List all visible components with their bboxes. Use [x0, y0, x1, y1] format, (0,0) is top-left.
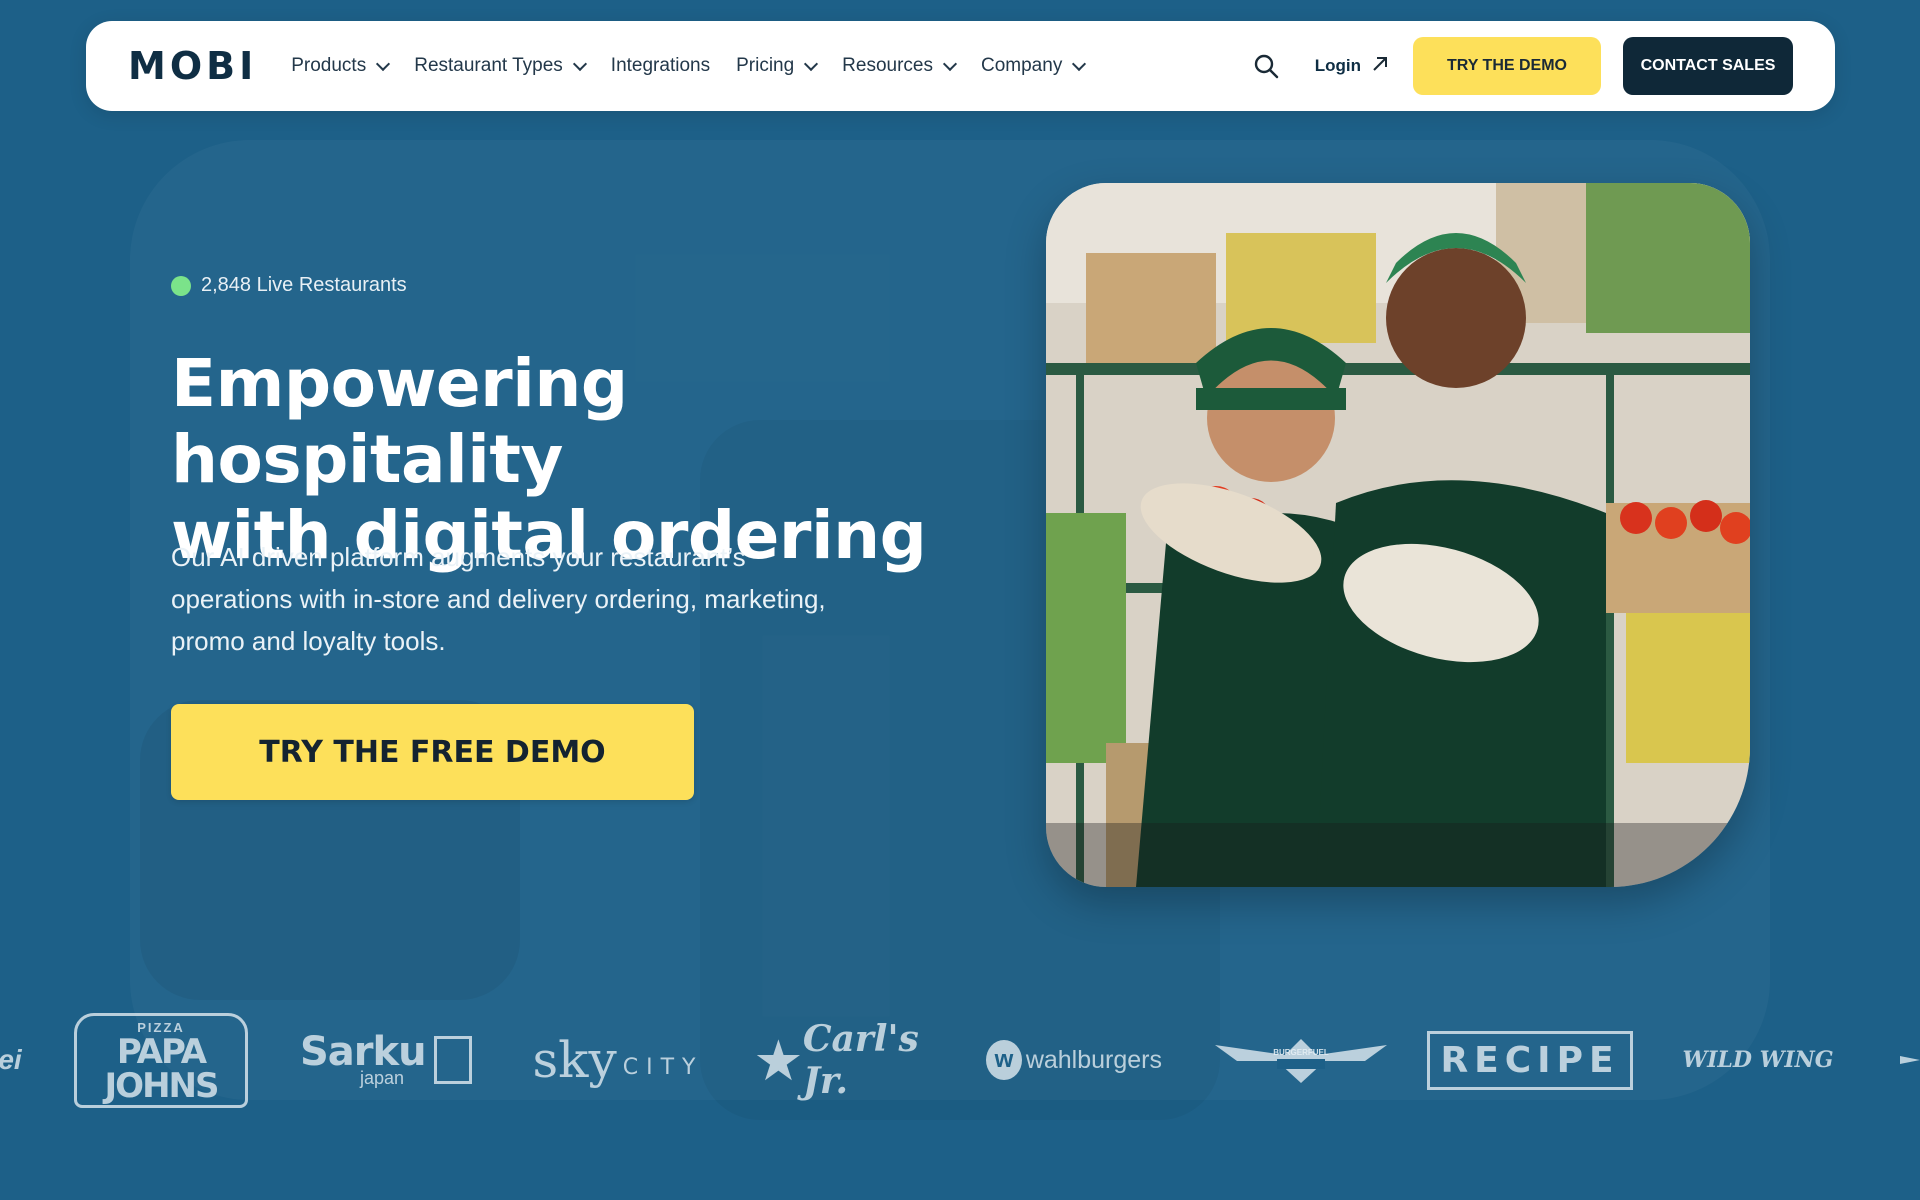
chevron-down-icon	[1072, 56, 1087, 71]
wahlburgers-logo: w wahlburgers	[986, 1010, 1162, 1110]
nav-pricing-label: Pricing	[736, 55, 795, 76]
arrow-up-right-icon	[1371, 55, 1389, 78]
contact-sales-button[interactable]: CONTACT SALES	[1623, 37, 1793, 95]
hero-photo	[1046, 183, 1750, 887]
try-free-demo-button[interactable]: TRY THE FREE DEMO	[171, 704, 694, 800]
search-icon[interactable]	[1253, 53, 1279, 79]
carls-jr-logo: ★ Carl's Jr.	[756, 1010, 932, 1110]
nav-products-label: Products	[291, 55, 367, 76]
mobi-logo[interactable]: MOBI	[128, 44, 257, 88]
login-link[interactable]: Login	[1315, 55, 1389, 78]
nav-resources[interactable]: Resources	[842, 55, 958, 77]
wahlburgers-mark: w	[986, 1040, 1022, 1080]
nav-company-label: Company	[981, 55, 1063, 76]
nav-resources-label: Resources	[842, 55, 933, 76]
chevron-down-icon	[804, 56, 819, 71]
burgerfuel-wings-icon	[1215, 1039, 1387, 1083]
live-status-dot	[171, 275, 191, 296]
hero-headline-line1: Empowering hospitality	[171, 345, 628, 498]
login-label: Login	[1314, 56, 1361, 75]
main-nav: Products Restaurant Types Integrations P…	[291, 55, 1087, 77]
skycity-logo: sky CITY	[530, 1010, 706, 1110]
burgerfuel-logo: BURGERFUEL	[1214, 1010, 1388, 1110]
wahlburgers-name: wahlburgers	[1025, 1045, 1162, 1074]
sarku-text-group: Sarku japan	[300, 1032, 427, 1089]
hero-subtext: Our AI driven platform augments your res…	[171, 542, 826, 656]
partial-brand-logo: ei	[0, 1044, 22, 1075]
skycity-city: CITY	[622, 1054, 704, 1080]
live-restaurants-badge: 2,848 Live Restaurants	[171, 274, 407, 297]
chevron-down-icon	[942, 56, 958, 71]
sarku-japan-logo: Sarku japan	[300, 1010, 472, 1110]
nav-company[interactable]: Company	[981, 55, 1087, 77]
chevron-down-icon	[376, 56, 391, 71]
nav-integrations[interactable]: Integrations	[611, 55, 710, 77]
papa-johns-frame: PIZZA PAPA JOHNS	[74, 1012, 248, 1108]
nav-pricing[interactable]: Pricing	[736, 55, 819, 77]
star-icon: ★	[756, 1030, 801, 1090]
wild-wing-logo: WILD WING	[1682, 1047, 1834, 1073]
try-demo-button[interactable]: TRY THE DEMO	[1413, 37, 1601, 95]
burgerfuel-name: BURGERFUEL	[1273, 1048, 1329, 1057]
recipe-logo: RECIPE	[1427, 1010, 1633, 1110]
partial-brand-logo-right	[1900, 1010, 1920, 1110]
skycity-sky: sky	[532, 1031, 617, 1089]
papa-johns-logo: PIZZA PAPA JOHNS	[74, 1010, 248, 1110]
carls-jr-name: Carl's Jr.	[802, 1018, 919, 1102]
papa-johns-name: PAPA JOHNS	[104, 1031, 220, 1106]
recipe-name: RECIPE	[1427, 1030, 1633, 1090]
top-navbar: MOBI Products Restaurant Types Integrati…	[86, 21, 1835, 111]
nav-restaurant-types-label: Restaurant Types	[414, 55, 563, 76]
nav-restaurant-types[interactable]: Restaurant Types	[414, 55, 587, 77]
nav-products[interactable]: Products	[291, 55, 391, 77]
sarku-box-icon	[433, 1036, 472, 1084]
live-restaurants-count: 2,848 Live Restaurants	[201, 274, 407, 296]
nav-actions: Login TRY THE DEMO CONTACT SALES	[1253, 37, 1793, 95]
nav-integrations-label: Integrations	[610, 55, 711, 76]
customer-logo-strip: ei PIZZA PAPA JOHNS Sarku japan sky CITY…	[0, 1010, 1920, 1110]
chevron-down-icon	[572, 56, 587, 71]
